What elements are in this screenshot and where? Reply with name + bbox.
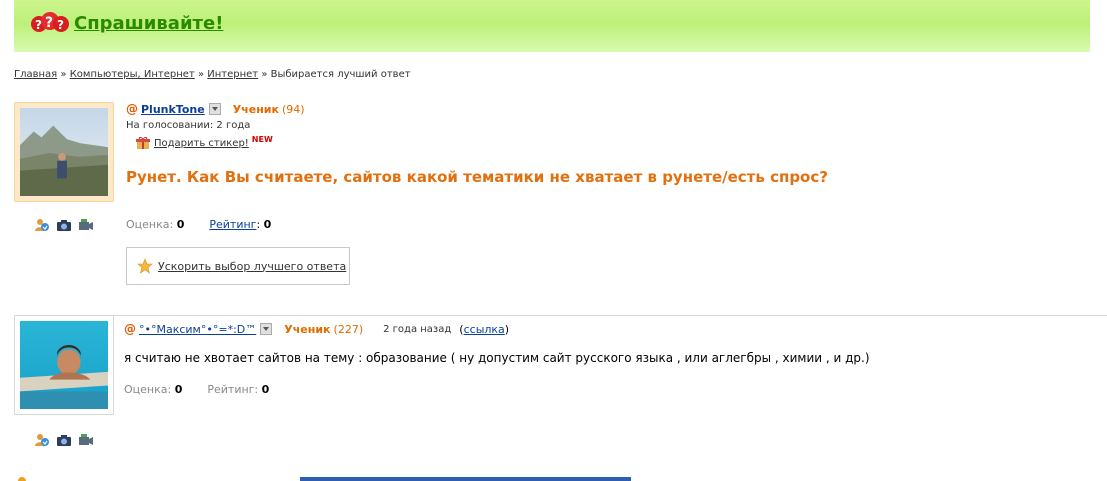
- avatar-photo: [20, 321, 108, 409]
- score-link[interactable]: Рейтинг: [209, 218, 256, 231]
- gift-sticker-link[interactable]: Подарить стикер!: [154, 138, 249, 149]
- question-author-name[interactable]: PlunkTone: [141, 103, 205, 116]
- bottom-banner[interactable]: [300, 477, 631, 481]
- answer-time: 2 года назад: [383, 323, 452, 335]
- user-profile-icon[interactable]: [34, 432, 50, 446]
- breadcrumb-separator: »: [60, 69, 67, 80]
- question-title: Рунет. Как Вы считаете, сайтов какой тем…: [126, 168, 828, 186]
- question-marks-icon[interactable]: ? ? ?: [30, 10, 70, 36]
- at-icon: @: [126, 102, 138, 116]
- video-camera-icon[interactable]: [78, 432, 94, 446]
- answer-author-avatar[interactable]: [14, 315, 114, 415]
- chevron-down-icon[interactable]: [260, 323, 273, 335]
- camera-icon[interactable]: [56, 217, 72, 231]
- user-profile-icon[interactable]: [34, 217, 50, 231]
- rating-value: 0: [174, 383, 183, 396]
- question-author-avatar[interactable]: [14, 102, 114, 202]
- answer-author-name[interactable]: °•°Максим°•°=*:D™: [139, 323, 256, 336]
- chevron-down-icon[interactable]: [208, 103, 221, 115]
- answer-author-rank-count: (227): [333, 322, 364, 336]
- camera-icon[interactable]: [56, 432, 72, 446]
- score-label: Рейтинг:: [207, 383, 259, 396]
- question-author-rank-count: (94): [281, 102, 305, 116]
- breadcrumb-separator: »: [197, 69, 205, 80]
- rating-value: 0: [176, 218, 185, 231]
- new-badge: NEW: [251, 134, 273, 144]
- answer-divider: [114, 315, 1107, 316]
- question-author-actions: [34, 217, 94, 231]
- breadcrumb-separator: »: [261, 69, 268, 80]
- score-value: 0: [263, 218, 272, 231]
- question-author-line: @ PlunkTone Ученик (94): [126, 102, 305, 116]
- breadcrumb-computers[interactable]: Компьютеры, Интернет: [70, 69, 195, 80]
- breadcrumb-current: Выбирается лучший ответ: [270, 69, 411, 80]
- video-camera-icon[interactable]: [78, 217, 94, 231]
- answer-link-wrap: (ссылка): [459, 322, 510, 336]
- star-icon: [137, 258, 153, 274]
- avatar-photo: [20, 108, 108, 196]
- breadcrumb-home[interactable]: Главная: [14, 69, 57, 80]
- question-stats: Оценка: 0 Рейтинг: 0: [126, 218, 272, 231]
- question-status: На голосовании: 2 года: [126, 120, 251, 131]
- speed-up-best-answer-box[interactable]: Ускорить выбор лучшего ответа: [126, 247, 350, 285]
- question-author-rank: Ученик: [232, 102, 279, 116]
- rating-label: Оценка:: [124, 383, 172, 396]
- bullet-icon: [18, 477, 26, 481]
- svg-text:?: ?: [45, 15, 53, 31]
- svg-text:?: ?: [35, 18, 42, 32]
- speed-up-best-answer-link[interactable]: Ускорить выбор лучшего ответа: [158, 260, 346, 273]
- gift-icon: [136, 136, 150, 149]
- score-value: 0: [261, 383, 270, 396]
- answer-text: я считаю не хвотает сайтов на тему : обр…: [124, 351, 870, 365]
- answer-author-rank: Ученик: [284, 322, 331, 336]
- breadcrumb: Главная » Компьютеры, Интернет » Интерне…: [14, 69, 411, 80]
- breadcrumb-internet[interactable]: Интернет: [207, 69, 258, 80]
- rating-label: Оценка:: [126, 218, 174, 231]
- gift-sticker: Подарить стикер! NEW: [136, 134, 273, 150]
- at-icon: @: [124, 322, 136, 336]
- answer-author-actions: [34, 432, 94, 446]
- svg-text:?: ?: [57, 18, 64, 32]
- answer-stats: Оценка: 0 Рейтинг: 0: [124, 383, 269, 396]
- site-header: ? ? ? Спрашивайте!: [14, 0, 1090, 52]
- answer-permalink[interactable]: ссылка: [464, 323, 505, 336]
- site-logo-link[interactable]: Спрашивайте!: [74, 13, 223, 34]
- answer-author-line: @ °•°Максим°•°=*:D™ Ученик (227) 2 года …: [124, 322, 509, 336]
